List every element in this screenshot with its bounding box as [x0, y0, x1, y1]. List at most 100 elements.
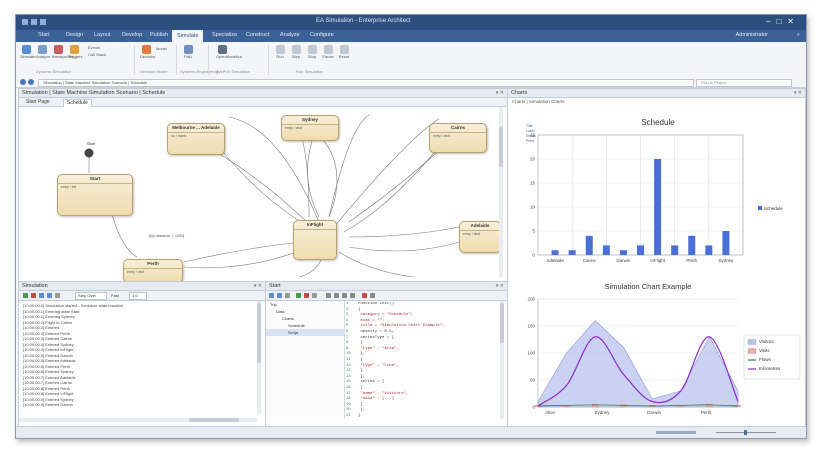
group-sysphs-simulation: SysPhS Simulation	[216, 69, 251, 74]
schedule-chart[interactable]: ScheduleTitleLabelSeriesPoint0510152025A…	[508, 107, 805, 277]
trigger-icon	[69, 45, 79, 54]
triggers-button[interactable]: Triggers	[68, 45, 83, 59]
tab-configure[interactable]: Configure	[310, 32, 334, 38]
tree-item[interactable]: Trip	[266, 301, 344, 308]
simulation-scrollbar-v[interactable]	[257, 301, 261, 415]
reset-button[interactable]: Reset	[338, 45, 350, 59]
code-text: opacity = 0.5;	[358, 329, 395, 334]
forward-icon[interactable]	[28, 79, 34, 85]
ribbon-tabs: Start Design Layout Develop Publish Simu…	[16, 30, 806, 42]
tab-layout[interactable]: Layout	[94, 32, 111, 38]
simulate-button[interactable]: Simulate	[20, 45, 36, 59]
chart-info-label: Point	[526, 139, 534, 143]
tree-item[interactable]: Script	[266, 329, 344, 336]
call-stack-item[interactable]: Call Stack	[88, 52, 106, 57]
state-inflight[interactable]: InFlight	[293, 220, 337, 260]
model-item[interactable]: Model	[156, 46, 167, 51]
y-tick-label: 0	[532, 253, 535, 258]
run-button[interactable]: Run	[274, 45, 286, 59]
state-perth[interactable]: Perth entry / visit	[123, 259, 183, 281]
simulation-scrollbar-h[interactable]	[19, 418, 257, 422]
tree-item[interactable]: Charts	[266, 315, 344, 322]
chart-title: Schedule	[641, 118, 675, 127]
speed-input[interactable]: 1.0	[129, 292, 147, 300]
ribbon-separator	[208, 45, 209, 75]
state-cairns[interactable]: Cairns entry / visit	[429, 123, 487, 153]
diagram-canvas[interactable]: Start [trip.distance > 1000] Start entry …	[19, 107, 503, 281]
tab-analyze[interactable]: Analyze	[280, 32, 300, 38]
panel-controls[interactable]: ▾ ✕	[496, 282, 504, 290]
user-name[interactable]: Administrator	[736, 32, 768, 38]
status-bar-indicators[interactable]	[16, 427, 806, 439]
script-scrollbar-thumb[interactable]	[500, 303, 504, 343]
tab-develop[interactable]: Develop	[122, 32, 142, 38]
initial-node[interactable]	[84, 148, 94, 158]
tab-start[interactable]: Start	[38, 32, 50, 38]
code-text: }	[358, 413, 361, 417]
stop-button[interactable]: Stop	[306, 45, 318, 59]
state-adelaide[interactable]: Adelaide entry / visit	[459, 221, 501, 253]
script-header: Start ▾ ✕	[266, 282, 507, 291]
group-decision-model: Decision Model	[140, 69, 168, 74]
panel-controls[interactable]: ▾ ✕	[496, 89, 504, 97]
code-text: "name" : "Visitors",	[358, 391, 409, 396]
bar	[688, 235, 696, 255]
state-melbourne[interactable]: Melbourne ... Adelaide do / travel	[167, 123, 225, 155]
legend-label: Kilometres	[759, 366, 781, 371]
breakpoints-button[interactable]: Breakpoints	[52, 45, 73, 59]
code-text: {	[358, 341, 363, 346]
script-toolbar	[266, 291, 507, 301]
tab-construct[interactable]: Construct	[246, 32, 270, 38]
diagram-scrollbar-thumb[interactable]	[499, 127, 503, 167]
simulate-icon	[21, 45, 31, 54]
find-command[interactable]: ⌕	[797, 32, 800, 39]
y-tick-label: 20	[530, 157, 536, 162]
script-scrollbar[interactable]	[500, 301, 504, 419]
tab-simulate[interactable]: Simulate	[172, 30, 204, 42]
panel-controls[interactable]: ▾ ✕	[794, 89, 802, 97]
x-tick-label: Sydney	[594, 410, 610, 415]
simulation-scrollbar-thumb[interactable]	[257, 303, 261, 363]
simulation-scrollbar-h-thumb[interactable]	[189, 418, 239, 422]
window-controls[interactable]: –□✕	[766, 17, 800, 26]
events-item[interactable]: Events	[88, 45, 100, 50]
panel-controls[interactable]: ▾ ✕	[254, 282, 262, 290]
script-editor[interactable]: 1 function Init() 2{3 category = "Schedule…	[346, 302, 496, 417]
code-text: ecat = "";	[358, 318, 385, 323]
tree-item[interactable]: Data	[266, 308, 344, 315]
x-tick-label: Cairns	[583, 258, 597, 263]
state-sydney[interactable]: Sydney entry / visit	[281, 115, 339, 141]
legend-swatch	[747, 348, 757, 354]
tab-design[interactable]: Design	[66, 32, 83, 38]
diagram-path-label: Simulation | State Machine Simulation Sc…	[22, 90, 166, 96]
y-tick-label: 200	[527, 297, 535, 302]
step-button[interactable]: Step	[290, 45, 302, 59]
tab-specialize[interactable]: Specialize	[212, 32, 237, 38]
tree-item[interactable]: Schedule	[266, 322, 344, 329]
fmu-button[interactable]: FMU	[182, 45, 194, 59]
step-mode-select[interactable]: Step Over	[75, 292, 107, 300]
bar	[602, 245, 610, 255]
diagram-path[interactable]: Simulation | State Machine Simulation Sc…	[38, 79, 694, 87]
tab-publish[interactable]: Publish	[150, 32, 168, 38]
tab-start-page[interactable]: Start Page	[23, 99, 53, 106]
simulation-tool-icons[interactable]	[21, 291, 71, 300]
legend-swatch	[758, 206, 762, 210]
diagram-scrollbar[interactable]	[499, 107, 503, 277]
address-bar: Simulation | State Machine Simulation Sc…	[16, 78, 806, 88]
code-text: {	[358, 307, 361, 312]
openmodelica-button[interactable]: OpenModelica	[216, 45, 242, 59]
tab-schedule[interactable]: Schedule	[63, 99, 92, 107]
analyze-button[interactable]: Analyze	[36, 45, 50, 59]
legend-label: Flown	[759, 357, 772, 362]
simulation-chart[interactable]: Simulation Chart Example050100150200Alic…	[508, 277, 805, 425]
state-start[interactable]: Start entry / init	[57, 174, 133, 216]
decision-button[interactable]: Decision	[140, 45, 155, 59]
script-tool-icons[interactable]	[266, 291, 416, 300]
stop-icon	[307, 45, 317, 54]
pause-button[interactable]: Pause	[322, 45, 334, 59]
back-icon[interactable]	[20, 79, 26, 85]
project-search-input[interactable]: Find in Project	[696, 79, 792, 87]
quick-access-toolbar[interactable]	[22, 18, 62, 26]
quick-access-icons[interactable]	[22, 18, 62, 26]
